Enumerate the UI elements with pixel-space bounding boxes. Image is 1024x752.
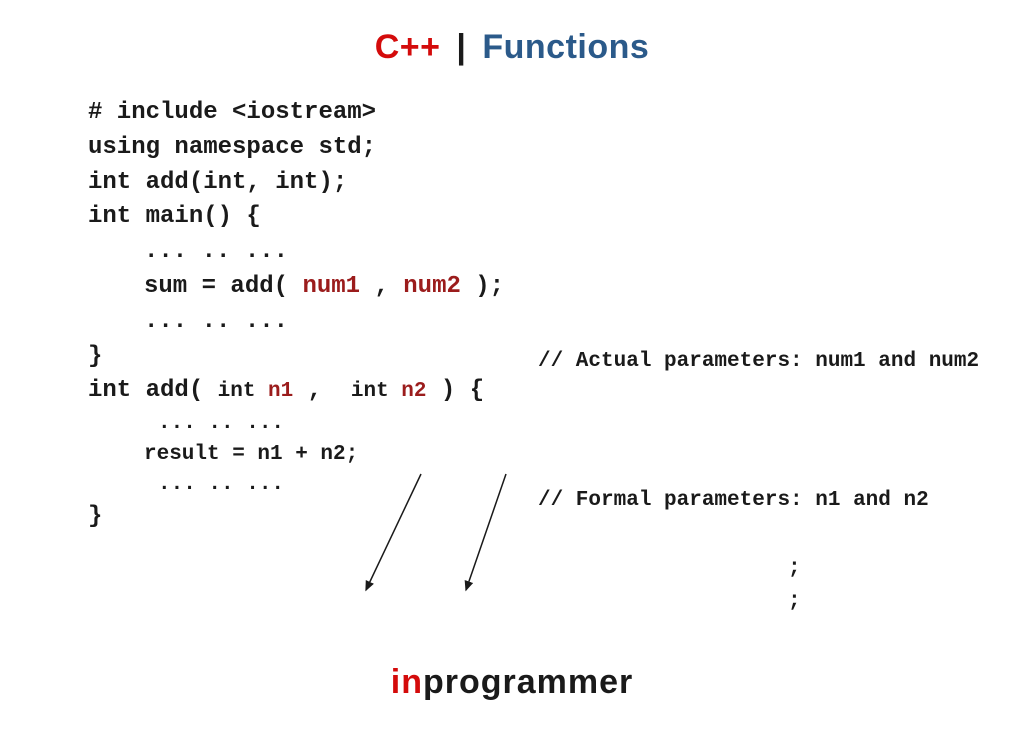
comment-formal-n2: n2 — [903, 489, 928, 512]
code-ellipsis: ... .. ... — [88, 305, 948, 340]
actual-param-num2: num2 — [403, 273, 461, 300]
footer-brand: inprogrammer — [0, 663, 1024, 702]
code-ellipsis: ... .. ... — [88, 235, 948, 270]
code-line-result: result = n1 + n2; — [88, 440, 948, 470]
comment-actual-pre: // Actual parameters: — [538, 350, 815, 373]
call-comma: , — [360, 273, 403, 300]
code-line-main-open: int main() { — [88, 200, 948, 235]
call-pre: sum = add( — [144, 273, 302, 300]
code-line-def: int add( int n1 , int n2 ) { — [88, 374, 948, 409]
code-line-call: sum = add( num1 , num2 ); — [88, 270, 948, 305]
comment-actual-and: and — [866, 350, 929, 373]
stray-semicolon: ; — [788, 557, 801, 580]
title-separator: | — [456, 28, 466, 66]
def-int2: int — [351, 380, 401, 403]
comment-actual: // Actual parameters: num1 and num2 — [538, 350, 979, 373]
formal-param-n1: n1 — [268, 380, 293, 403]
code-line-prototype: int add(int, int); — [88, 166, 948, 201]
formal-param-n2: n2 — [401, 380, 426, 403]
def-pre: int add( — [88, 377, 218, 404]
def-post: ) { — [427, 377, 485, 404]
comment-formal-n1: n1 — [815, 489, 840, 512]
comment-formal-pre: // Formal parameters: — [538, 489, 815, 512]
def-int1: int — [218, 380, 268, 403]
code-line-using: using namespace std; — [88, 131, 948, 166]
comment-formal-and: and — [840, 489, 903, 512]
comment-actual-n1: num1 — [815, 350, 865, 373]
brand-in: in — [391, 663, 423, 701]
page-title: C++ | Functions — [0, 0, 1024, 67]
brand-programmer: programmer — [423, 663, 633, 701]
stray-semicolon: ; — [788, 590, 801, 613]
code-ellipsis: ... .. ... — [88, 409, 948, 439]
def-mid: , — [293, 377, 351, 404]
title-cpp: C++ — [375, 28, 441, 66]
comment-actual-n2: num2 — [929, 350, 979, 373]
code-block: # include <iostream> using namespace std… — [88, 96, 948, 535]
title-functions: Functions — [482, 28, 649, 66]
call-post: ); — [461, 273, 504, 300]
actual-param-num1: num1 — [302, 273, 360, 300]
code-line-include: # include <iostream> — [88, 96, 948, 131]
comment-formal: // Formal parameters: n1 and n2 — [538, 489, 929, 512]
